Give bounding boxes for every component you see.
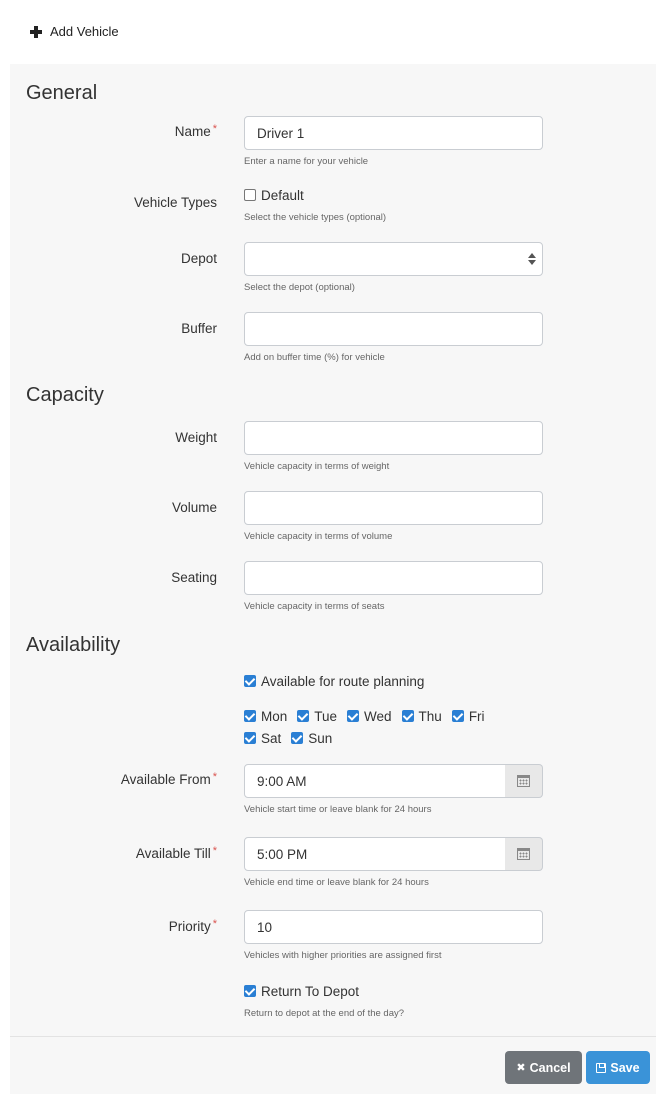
priority-label: Priority * [168, 918, 217, 934]
day-thu[interactable]: Thu [401, 709, 442, 724]
depot-help: Select the depot (optional) [244, 282, 355, 293]
priority-input[interactable] [244, 910, 543, 944]
thu-checkbox[interactable] [401, 710, 414, 722]
available-till-help: Vehicle end time or leave blank for 24 h… [244, 877, 429, 888]
return-to-depot-checkbox[interactable] [244, 985, 256, 997]
available-from-label: Available From * [120, 771, 217, 787]
available-from-calendar-button[interactable] [505, 764, 543, 798]
days-row-2: Sat Sun [244, 731, 342, 746]
return-to-depot-help: Return to depot at the end of the day? [244, 1008, 405, 1019]
available-till-calendar-button[interactable] [505, 837, 543, 871]
sun-checkbox[interactable] [291, 732, 304, 744]
available-checkbox[interactable] [244, 675, 256, 687]
plus-icon [30, 26, 42, 38]
seating-label: Seating [171, 570, 217, 585]
cancel-button[interactable]: ✖ Cancel [505, 1051, 582, 1084]
day-mon[interactable]: Mon [244, 709, 287, 724]
sat-checkbox[interactable] [244, 732, 256, 744]
vehicle-types-label: Vehicle Types [133, 195, 217, 210]
buffer-label: Buffer [181, 321, 217, 336]
select-caret-icon [528, 252, 536, 266]
priority-help: Vehicles with higher priorities are assi… [244, 950, 442, 961]
name-help: Enter a name for your vehicle [244, 156, 369, 167]
calendar-icon [517, 775, 530, 787]
days-row-1: Mon Tue Wed Thu Fri [244, 709, 495, 724]
required-marker: * [212, 845, 217, 857]
return-to-depot[interactable]: Return To Depot [244, 984, 359, 999]
seating-input[interactable] [244, 561, 543, 595]
available-from-help: Vehicle start time or leave blank for 24… [244, 804, 432, 815]
floppy-disk-icon [596, 1062, 607, 1073]
name-input[interactable] [244, 116, 543, 150]
volume-label: Volume [171, 500, 217, 515]
available-till-input[interactable] [244, 837, 506, 871]
page-title: Add Vehicle [50, 24, 119, 39]
vehicle-types-help: Select the vehicle types (optional) [244, 212, 387, 223]
name-label: Name * [174, 123, 217, 139]
day-wed[interactable]: Wed [347, 709, 392, 724]
wed-checkbox[interactable] [347, 710, 360, 722]
section-availability-title: Availability [26, 634, 121, 656]
vehicle-type-default[interactable]: Default [244, 188, 304, 203]
available-from-input[interactable] [244, 764, 506, 798]
save-button[interactable]: Save [586, 1051, 650, 1084]
times-icon: ✖ [516, 1062, 526, 1074]
default-checkbox[interactable] [244, 189, 256, 201]
form-divider [10, 1036, 656, 1037]
available-till-label: Available Till * [135, 845, 217, 861]
seating-help: Vehicle capacity in terms of seats [244, 601, 385, 612]
buffer-input[interactable] [244, 312, 543, 346]
fri-checkbox[interactable] [451, 710, 464, 722]
depot-select[interactable] [244, 242, 543, 276]
required-marker: * [212, 918, 217, 930]
tue-checkbox[interactable] [297, 710, 310, 722]
weight-input[interactable] [244, 421, 543, 455]
calendar-icon [517, 848, 530, 860]
day-sun[interactable]: Sun [291, 731, 332, 746]
section-capacity-title: Capacity [26, 384, 104, 406]
volume-help: Vehicle capacity in terms of volume [244, 531, 393, 542]
required-marker: * [212, 123, 217, 135]
weight-help: Vehicle capacity in terms of weight [244, 461, 390, 472]
day-fri[interactable]: Fri [451, 709, 485, 724]
day-sat[interactable]: Sat [244, 731, 281, 746]
buffer-help: Add on buffer time (%) for vehicle [244, 352, 385, 363]
day-tue[interactable]: Tue [297, 709, 337, 724]
required-marker: * [212, 771, 217, 783]
volume-input[interactable] [244, 491, 543, 525]
available-for-planning[interactable]: Available for route planning [244, 674, 424, 689]
section-general-title: General [26, 82, 98, 104]
page-header: Add Vehicle [0, 0, 656, 64]
mon-checkbox[interactable] [244, 710, 256, 722]
weight-label: Weight [175, 430, 217, 445]
depot-label: Depot [180, 251, 217, 266]
